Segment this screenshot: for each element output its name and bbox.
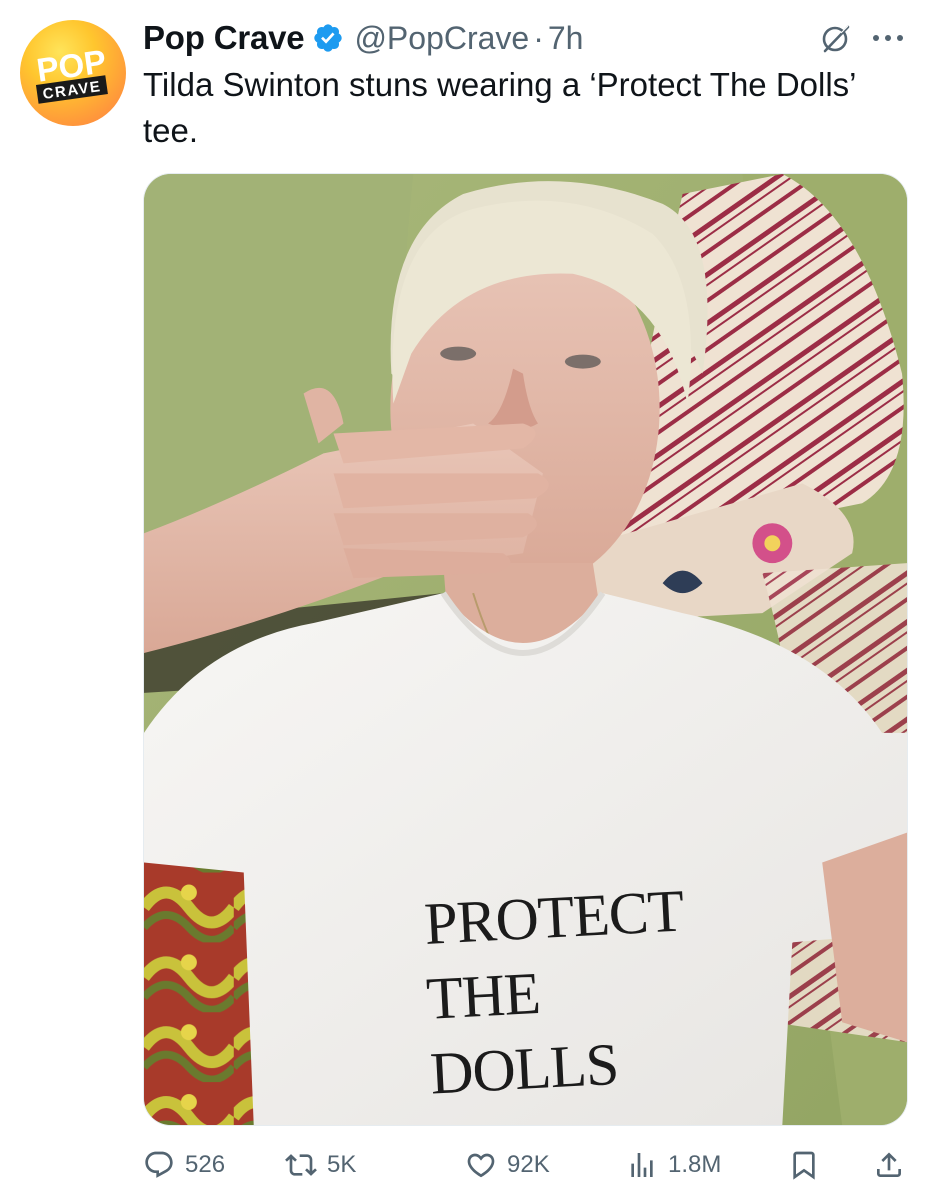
like-count: 92K — [507, 1151, 550, 1178]
separator-dot: · — [533, 19, 544, 56]
tweet-header: Pop Crave @PopCrave · 7h — [143, 14, 583, 62]
author-handle[interactable]: @PopCrave — [354, 20, 529, 57]
tweet-timestamp[interactable]: 7h — [548, 20, 584, 57]
share-icon — [877, 1152, 901, 1177]
pop-crave-logo: POP CRAVE — [34, 42, 108, 104]
verified-badge-icon — [312, 22, 344, 54]
bookmark-button[interactable] — [788, 1140, 820, 1190]
shirt-text-line-3: DOLLS — [429, 1031, 620, 1107]
tweet-actions: 526 5K 92K 1.8M — [143, 1140, 913, 1190]
tweet-photo[interactable]: PROTECT THE DOLLS — [143, 173, 908, 1126]
repost-count: 5K — [327, 1151, 357, 1178]
author-display-name[interactable]: Pop Crave — [143, 19, 305, 57]
photo-illustration: PROTECT THE DOLLS — [144, 174, 907, 1125]
shirt-text-line-2: THE — [425, 960, 542, 1032]
more-icon[interactable] — [870, 28, 906, 48]
repost-button[interactable]: 5K — [285, 1140, 356, 1190]
reply-button[interactable]: 526 — [143, 1140, 225, 1190]
like-button[interactable]: 92K — [465, 1140, 550, 1190]
reply-icon — [145, 1151, 173, 1178]
shirt-text-line-1: PROTECT — [423, 877, 685, 957]
views-icon — [631, 1153, 653, 1177]
heart-icon — [467, 1153, 495, 1178]
grok-icon[interactable] — [818, 22, 852, 56]
avatar[interactable]: POP CRAVE — [20, 20, 126, 126]
reply-count: 526 — [185, 1151, 226, 1178]
tweet-text: Tilda Swinton stuns wearing a ‘Protect T… — [143, 66, 856, 149]
bookmark-icon — [793, 1151, 815, 1180]
views-count: 1.8M — [668, 1151, 722, 1178]
views-button[interactable]: 1.8M — [626, 1140, 721, 1190]
share-button[interactable] — [873, 1140, 905, 1190]
repost-icon — [285, 1154, 317, 1176]
